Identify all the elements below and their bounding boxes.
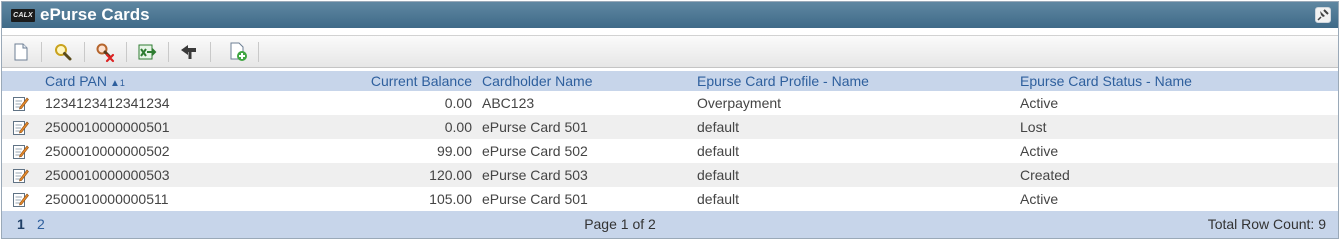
pin-button[interactable]: [1315, 7, 1331, 23]
current-balance: 105.00: [429, 191, 472, 207]
table-row[interactable]: 2500010000000511 105.00 ePurse Card 501 …: [2, 187, 1338, 211]
column-header-cardholder-name[interactable]: Cardholder Name: [482, 71, 593, 91]
card-pan: 2500010000000503: [45, 167, 170, 183]
page-info: Page 1 of 2: [584, 216, 656, 232]
cardholder-name: ePurse Card 501: [482, 191, 588, 207]
add-page-icon: [230, 42, 247, 61]
card-pan: 2500010000000501: [45, 119, 170, 135]
card-profile: default: [697, 191, 740, 207]
search-icon: [55, 44, 72, 61]
search-button[interactable]: [52, 41, 74, 63]
current-balance: 120.00: [429, 167, 472, 183]
current-balance: 0.00: [444, 119, 472, 135]
pager: 1 2 Page 1 of 2 Total Row Count: 9: [2, 211, 1338, 238]
card-status: Active: [1020, 143, 1059, 159]
current-balance: 0.00: [444, 95, 472, 111]
cards-table: Card PAN ▲1 Current Balance Cardholder Na…: [2, 71, 1338, 211]
card-pan: 1234123412341234: [45, 95, 170, 111]
table-row[interactable]: 1234123412341234 0.00 ABC123 Overpayment…: [2, 91, 1338, 115]
toolbar-separator: [84, 42, 85, 62]
table-header: Card PAN ▲1 Current Balance Cardholder Na…: [2, 71, 1338, 91]
card-profile: default: [697, 143, 740, 159]
app-logo: CALX: [11, 9, 35, 22]
card-profile: Overpayment: [697, 95, 782, 111]
toolbar-separator: [258, 42, 259, 62]
table-row[interactable]: 2500010000000501 0.00 ePurse Card 501 de…: [2, 115, 1338, 139]
card-pan: 2500010000000511: [45, 191, 169, 207]
table-row[interactable]: 2500010000000502 99.00 ePurse Card 502 d…: [2, 139, 1338, 163]
toolbar-separator: [210, 42, 211, 62]
column-header-card-status[interactable]: Epurse Card Status - Name: [1020, 71, 1192, 91]
cardholder-name: ePurse Card 501: [482, 119, 588, 135]
card-status: Created: [1020, 167, 1070, 183]
column-label: Card PAN: [45, 73, 107, 89]
cardholder-name: ABC123: [482, 95, 535, 111]
new-document-icon: [14, 43, 28, 61]
back-button[interactable]: [178, 41, 200, 63]
current-balance: 99.00: [436, 143, 472, 159]
export-excel-button[interactable]: [136, 41, 158, 63]
edit-icon[interactable]: [12, 191, 29, 208]
table-body: 1234123412341234 0.00 ABC123 Overpayment…: [2, 91, 1338, 211]
clear-search-button[interactable]: [94, 41, 116, 63]
edit-icon[interactable]: [12, 167, 29, 184]
export-excel-icon: [138, 44, 157, 60]
card-status: Active: [1020, 191, 1059, 207]
add-page-button[interactable]: [227, 41, 249, 63]
column-header-current-balance[interactable]: Current Balance: [302, 71, 472, 91]
cardholder-name: ePurse Card 502: [482, 143, 588, 159]
epurse-cards-panel: CALX ePurse Cards Card PAN ▲1 Current Ba…: [1, 1, 1339, 239]
column-header-card-pan[interactable]: Card PAN ▲1: [45, 71, 125, 91]
card-status: Active: [1020, 95, 1059, 111]
card-profile: default: [697, 167, 740, 183]
toolbar-separator: [126, 42, 127, 62]
title-bar: CALX ePurse Cards: [2, 2, 1338, 28]
back-arrow-icon: [181, 45, 196, 59]
card-pan: 2500010000000502: [45, 143, 170, 159]
edit-icon[interactable]: [12, 143, 29, 160]
card-profile: default: [697, 119, 740, 135]
table-row[interactable]: 2500010000000503 120.00 ePurse Card 503 …: [2, 163, 1338, 187]
edit-icon[interactable]: [12, 95, 29, 112]
page-title: ePurse Cards: [40, 5, 150, 24]
edit-icon[interactable]: [12, 119, 29, 136]
pin-icon: [1317, 9, 1329, 21]
card-status: Lost: [1020, 119, 1047, 135]
toolbar-separator: [41, 42, 42, 62]
column-header-card-profile[interactable]: Epurse Card Profile - Name: [697, 71, 869, 91]
new-button[interactable]: [10, 41, 32, 63]
toolbar-separator: [168, 42, 169, 62]
sort-rank: 1: [119, 78, 125, 88]
total-row-count: Total Row Count: 9: [1207, 216, 1326, 232]
toolbar: [2, 35, 1338, 68]
cardholder-name: ePurse Card 503: [482, 167, 588, 183]
clear-search-icon: [96, 43, 115, 63]
